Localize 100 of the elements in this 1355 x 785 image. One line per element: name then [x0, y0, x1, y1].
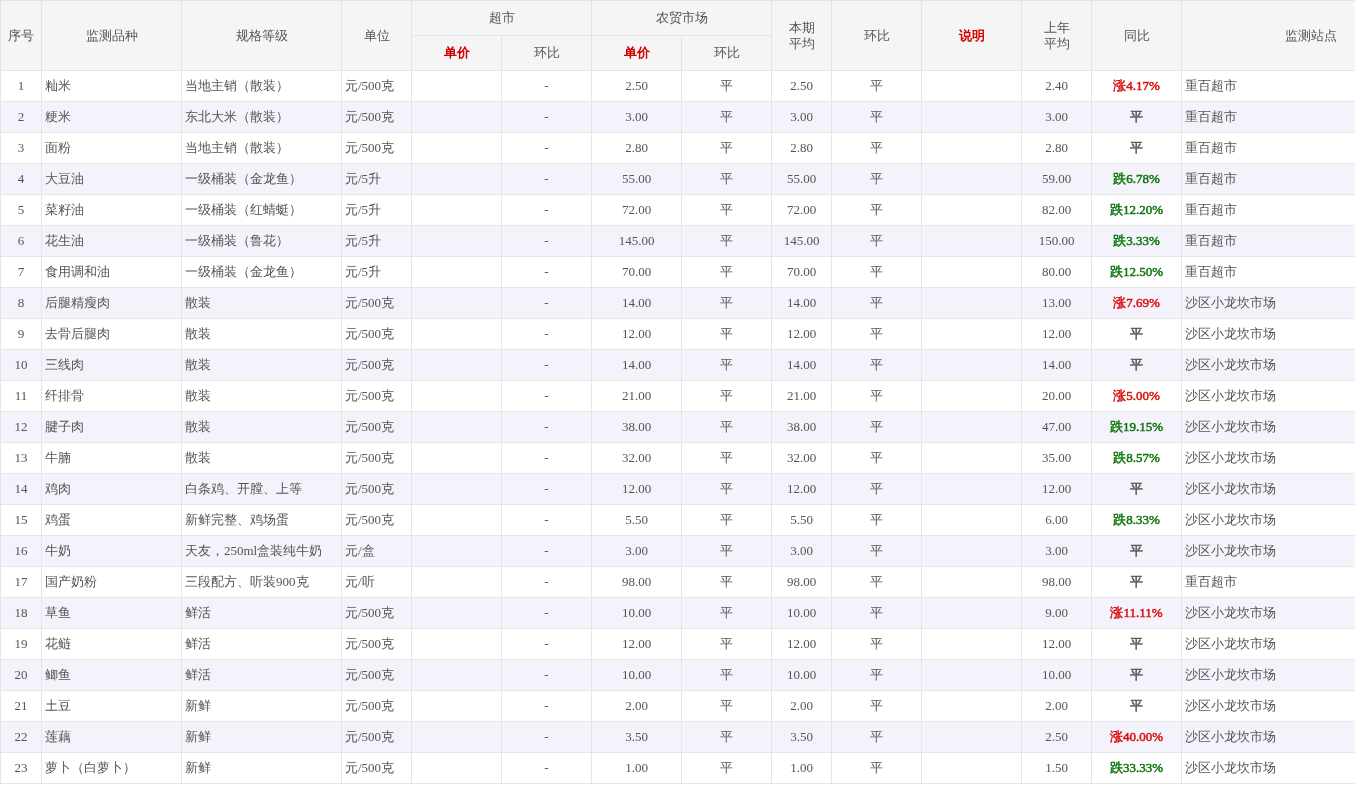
column-header: 超市: [411, 0, 592, 36]
table-cell: 涨4.17%: [1091, 70, 1182, 102]
table-cell: 12.00: [771, 318, 832, 350]
table-cell: 元/500克: [341, 721, 412, 753]
table-cell: -: [501, 690, 592, 722]
table-cell: 散装: [181, 380, 342, 412]
table-cell: 大豆油: [41, 163, 182, 195]
table-cell: 18: [0, 597, 42, 629]
table-cell: 14.00: [771, 287, 832, 319]
table-cell: -: [501, 70, 592, 102]
column-header: 单位: [341, 0, 412, 71]
table-cell: 20.00: [1021, 380, 1092, 412]
table-cell: -: [501, 163, 592, 195]
table-cell: 重百超市: [1181, 566, 1355, 598]
table-cell: 重百超市: [1181, 70, 1355, 102]
table-cell: 55.00: [591, 163, 682, 195]
table-cell: 牛腩: [41, 442, 182, 474]
table-cell: 平: [1091, 535, 1182, 567]
table-cell: 1.00: [591, 752, 682, 784]
table-cell: 散装: [181, 287, 342, 319]
table-cell: 粳米: [41, 101, 182, 133]
table-cell: 沙区小龙坎市场: [1181, 380, 1355, 412]
table-cell: 平: [681, 752, 772, 784]
table-cell: 重百超市: [1181, 194, 1355, 226]
table-cell: 跌8.33%: [1091, 504, 1182, 536]
table-cell: 涨40.00%: [1091, 721, 1182, 753]
table-cell: 跌19.15%: [1091, 411, 1182, 443]
table-cell: 平: [831, 597, 922, 629]
table-cell: 10.00: [591, 659, 682, 691]
column-header: 监测品种: [41, 0, 182, 71]
table-cell: -: [501, 659, 592, 691]
table-cell: 莲藕: [41, 721, 182, 753]
table-cell: 20: [0, 659, 42, 691]
table-cell: 平: [831, 287, 922, 319]
table-cell: 牛奶: [41, 535, 182, 567]
table-cell: 平: [681, 690, 772, 722]
table-cell: 平: [681, 597, 772, 629]
table-cell: -: [501, 318, 592, 350]
table-cell: 平: [831, 721, 922, 753]
table-cell: 元/500克: [341, 597, 412, 629]
table-cell: 三线肉: [41, 349, 182, 381]
table-cell: 沙区小龙坎市场: [1181, 535, 1355, 567]
table-cell: 纤排骨: [41, 380, 182, 412]
table-cell: 10.00: [1021, 659, 1092, 691]
table-cell: 面粉: [41, 132, 182, 164]
table-cell: 平: [681, 70, 772, 102]
table-cell: 13.00: [1021, 287, 1092, 319]
table-cell: 平: [831, 535, 922, 567]
table-cell: -: [501, 225, 592, 257]
table-cell: 平: [681, 132, 772, 164]
table-cell: 平: [681, 442, 772, 474]
column-header: 环比: [501, 35, 592, 71]
column-header: 环比: [681, 35, 772, 71]
table-cell: 平: [681, 566, 772, 598]
table-cell: 6: [0, 225, 42, 257]
table-cell: 9: [0, 318, 42, 350]
table-cell: -: [501, 380, 592, 412]
table-cell: 2.40: [1021, 70, 1092, 102]
table-cell: 鲜活: [181, 597, 342, 629]
table-cell: 沙区小龙坎市场: [1181, 597, 1355, 629]
table-cell: 跌33.33%: [1091, 752, 1182, 784]
table-cell: 3.00: [1021, 535, 1092, 567]
table-cell: 4: [0, 163, 42, 195]
column-header: 农贸市场: [591, 0, 772, 36]
table-cell: 35.00: [1021, 442, 1092, 474]
table-cell: 平: [681, 473, 772, 505]
table-cell: 重百超市: [1181, 225, 1355, 257]
table-cell: 元/500克: [341, 752, 412, 784]
table-cell: 10: [0, 349, 42, 381]
table-cell: 12: [0, 411, 42, 443]
table-cell: 腱子肉: [41, 411, 182, 443]
table-cell: 跌3.33%: [1091, 225, 1182, 257]
table-cell: 3.00: [1021, 101, 1092, 133]
table-cell: 沙区小龙坎市场: [1181, 690, 1355, 722]
table-cell: 1: [0, 70, 42, 102]
table-cell: 平: [831, 101, 922, 133]
table-cell: 沙区小龙坎市场: [1181, 504, 1355, 536]
table-cell: 平: [681, 628, 772, 660]
table-cell: 元/500克: [341, 132, 412, 164]
table-cell: 16: [0, 535, 42, 567]
table-cell: 草鱼: [41, 597, 182, 629]
table-cell: 东北大米（散装）: [181, 101, 342, 133]
table-cell: 12.00: [771, 628, 832, 660]
table-cell: 3.00: [771, 535, 832, 567]
table-cell: 14.00: [771, 349, 832, 381]
table-cell: 白条鸡、开膛、上等: [181, 473, 342, 505]
table-cell: 平: [1091, 690, 1182, 722]
table-cell: -: [501, 628, 592, 660]
table-cell: 土豆: [41, 690, 182, 722]
table-cell: 平: [1091, 473, 1182, 505]
table-cell: 145.00: [771, 225, 832, 257]
table-cell: 2.00: [591, 690, 682, 722]
table-cell: 平: [831, 256, 922, 288]
table-cell: 籼米: [41, 70, 182, 102]
table-cell: 平: [831, 70, 922, 102]
table-cell: 新鲜: [181, 752, 342, 784]
table-cell: 5.50: [591, 504, 682, 536]
table-cell: 12.00: [1021, 473, 1092, 505]
table-cell: 2.00: [1021, 690, 1092, 722]
table-cell: 10.00: [771, 659, 832, 691]
